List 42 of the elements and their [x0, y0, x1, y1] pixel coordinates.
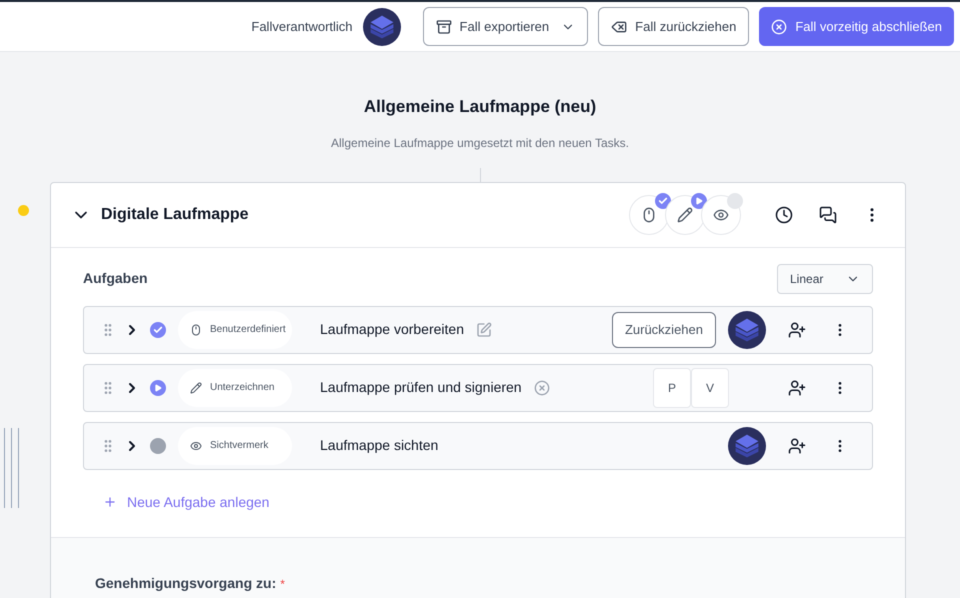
step-button[interactable] [701, 194, 741, 234]
type-chip: Benutzerdefiniert [178, 310, 292, 348]
export-dropdown-button[interactable]: Fall exportieren [422, 7, 588, 46]
pencil-icon [677, 206, 693, 222]
task-title: Laufmappe vorbereiten [320, 320, 464, 339]
page-title: Allgemeine Laufmappe (neu) [364, 96, 596, 118]
close-icon [771, 18, 788, 34]
step-button[interactable] [665, 194, 705, 234]
owner-label: Fallverantwortlich [251, 18, 353, 36]
required-mark: * [280, 576, 285, 590]
avatar [362, 8, 401, 46]
initials-avatar: P [653, 368, 691, 408]
step-button[interactable] [629, 194, 669, 234]
comments-icon[interactable] [819, 206, 837, 224]
add-user-icon[interactable] [788, 378, 806, 396]
task-title: Laufmappe prüfen und signieren [320, 378, 522, 397]
card-title: Digitale Laufmappe [101, 204, 249, 224]
initials-avatar: V [691, 368, 729, 408]
eye-icon [190, 440, 202, 452]
withdraw-button[interactable]: Fall zurückziehen [598, 7, 750, 46]
task-title: Laufmappe sichten [320, 436, 438, 455]
archive-icon [436, 18, 452, 34]
avatar [728, 310, 766, 348]
avatar [728, 426, 766, 464]
section-label: Aufgaben [83, 269, 148, 288]
mode-select[interactable]: Linear [777, 264, 873, 294]
add-user-icon[interactable] [788, 320, 806, 338]
type-chip: Sichtvermerk [178, 426, 292, 464]
page-subtitle: Allgemeine Laufmappe umgesetzt mit den neuen Tasks. [331, 134, 629, 152]
field-label: Genehmigungsvorgang zu: [95, 574, 276, 590]
add-task-link[interactable]: Neue Aufgabe anlegen [103, 492, 270, 512]
type-chip: Unterzeichnen [178, 368, 292, 406]
plus-icon [103, 495, 117, 509]
eye-icon [713, 206, 729, 222]
mouse-icon [190, 324, 202, 336]
backspace-icon [611, 18, 628, 34]
withdraw-button[interactable]: Zurückziehen [612, 312, 716, 348]
add-user-icon[interactable] [788, 436, 806, 454]
close-case-button[interactable]: Fall vorzeitig abschließen [759, 7, 954, 46]
pencil-icon [190, 382, 202, 394]
mouse-icon [641, 206, 657, 222]
history-icon[interactable] [775, 206, 793, 224]
